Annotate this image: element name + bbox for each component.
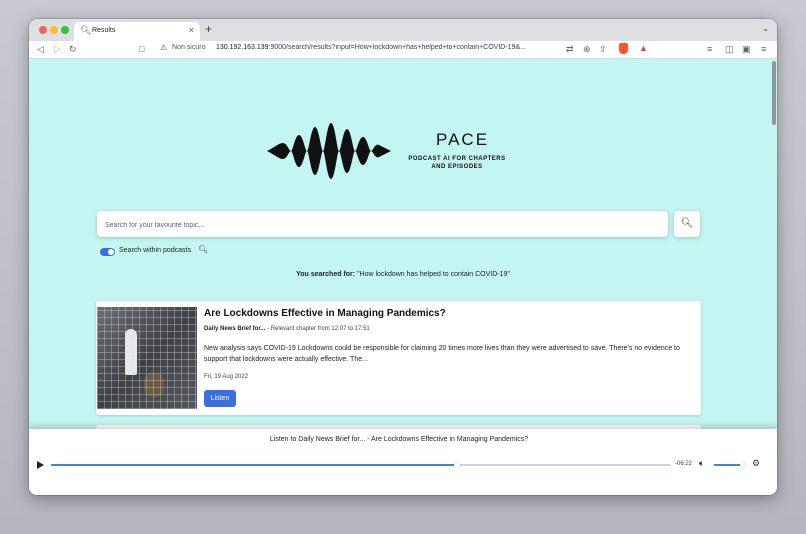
volume-icon[interactable]: 🔈︎ [699,458,704,469]
progress-slider[interactable] [51,462,671,468]
result-meta: Daily News Brief for... - Relevant chapt… [204,326,370,332]
browser-toolbar: ◁ ▷ ↻ □ ⚠ Non sicuro 130.192.163.139:900… [29,41,777,59]
progress-handle[interactable] [454,462,461,468]
browser-window: 🔍︎ Results × + ⌄ ◁ ▷ ↻ □ ⚠ Non sicuro 13… [29,19,777,495]
back-icon[interactable]: ◁ [37,43,44,55]
time-remaining: -06:22 [675,461,693,467]
tab-results[interactable]: 🔍︎ Results × [74,22,200,41]
brave-rewards-icon[interactable]: ▲ [639,43,648,53]
address-bar[interactable]: 130.192.163.139:9000/search/results?inpu… [216,44,561,51]
listen-button[interactable]: Listen [204,390,236,407]
sidebar-icon[interactable]: ◫ [725,43,734,55]
result-chapter: - Relevant chapter from 12:07 to 17:51 [265,326,370,332]
search-summary-prefix: You searched for: [296,271,356,278]
result-description: New analysis says COVID-19 Lockdowns cou… [204,345,680,363]
playlist-icon[interactable]: ≡ [707,43,712,55]
share-icon[interactable]: ⇧ [599,43,607,55]
search-summary-query: "How lockdown has helped to contain COVI… [357,271,510,278]
tab-menu-chevron-icon[interactable]: ⌄ [762,24,769,33]
forward-icon[interactable]: ▷ [54,43,61,55]
page-scrollbar[interactable] [772,61,776,125]
tab-strip: 🔍︎ Results × + ⌄ [29,19,777,41]
search-box [97,211,668,237]
thumbnail-fence [97,307,197,409]
zoom-icon[interactable]: ⊕ [583,43,591,55]
toggle-knob [108,249,114,255]
episode-thumbnail[interactable] [97,307,197,409]
progress-fill [51,464,458,466]
brave-shield-icon[interactable] [619,43,628,54]
maximize-window-button[interactable] [61,26,69,34]
url-path: :9000/search/results?input=How+lockdown+… [268,44,526,51]
search-icon: 🔍︎ [680,218,694,229]
brand-name: PACE [436,130,490,149]
play-icon[interactable] [37,461,44,469]
volume-handle[interactable] [739,462,746,468]
volume-slider[interactable] [714,462,746,468]
player-title: Listen to Daily News Brief for... - Are … [269,436,529,443]
new-tab-button[interactable]: + [205,22,212,36]
translate-icon[interactable]: ⇄ [566,43,574,55]
close-tab-icon[interactable]: × [189,25,194,35]
result-date: Fri, 19 Aug 2022 [204,374,249,380]
search-within-podcasts-toggle[interactable] [100,248,115,256]
tab-title: Results [92,27,116,34]
result-title[interactable]: Are Lockdowns Effective in Managing Pand… [204,308,446,319]
waveform-logo-icon [267,123,391,179]
wallet-icon[interactable]: ▣ [742,43,751,55]
bookmark-icon[interactable]: □ [139,43,144,55]
warning-icon[interactable]: ⚠ [160,43,167,52]
toggle-label: Search within podcasts [119,247,191,254]
search-button[interactable]: 🔍︎ [674,211,700,237]
brand-tagline: PODCAST AI FOR CHAPTERS AND EPISODES [408,156,506,170]
close-window-button[interactable] [39,26,47,34]
page-viewport: PACE PODCAST AI FOR CHAPTERS AND EPISODE… [29,59,777,495]
audio-player: Listen to Daily News Brief for... - Are … [29,429,777,495]
menu-icon[interactable]: ≡ [761,43,766,55]
security-label[interactable]: Non sicuro [172,44,205,51]
search-summary: You searched for: "How lockdown has help… [29,271,777,278]
search-input[interactable] [103,215,662,235]
result-podcast: Daily News Brief for... [204,326,266,332]
search-icon: 🔍︎ [80,25,92,35]
volume-fill [714,464,743,466]
minimize-window-button[interactable] [50,26,58,34]
search-icon: 🔍︎ [198,245,209,254]
url-host: 130.192.163.139 [216,44,269,51]
reload-icon[interactable]: ↻ [69,43,77,55]
result-card[interactable]: Are Lockdowns Effective in Managing Pand… [96,301,701,415]
gear-icon[interactable]: ⚙︎ [752,458,760,469]
